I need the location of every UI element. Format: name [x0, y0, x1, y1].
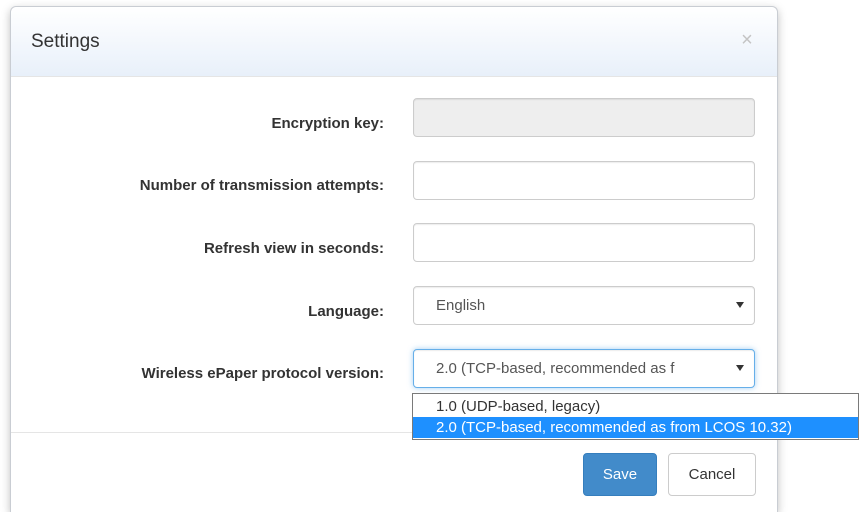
- refresh-view-row: Refresh view in seconds:: [11, 240, 384, 258]
- save-button[interactable]: Save: [583, 453, 657, 496]
- chevron-down-icon: [736, 302, 744, 308]
- refresh-view-label: Refresh view in seconds:: [203, 240, 384, 257]
- encryption-key-row: Encryption key:: [11, 115, 384, 133]
- chevron-down-icon: [736, 365, 744, 371]
- language-select[interactable]: English: [413, 286, 755, 325]
- close-icon[interactable]: ×: [735, 28, 759, 52]
- encryption-key-label: Encryption key:: [271, 115, 384, 132]
- refresh-view-field[interactable]: [413, 223, 755, 262]
- dialog-header: Settings ×: [11, 7, 777, 77]
- encryption-key-field: [413, 98, 755, 137]
- protocol-version-row: Wireless ePaper protocol version:: [11, 365, 384, 383]
- language-label: Language:: [308, 303, 384, 320]
- cancel-button[interactable]: Cancel: [668, 453, 756, 496]
- protocol-version-label: Wireless ePaper protocol version:: [141, 365, 384, 382]
- protocol-version-select[interactable]: 2.0 (TCP-based, recommended as f: [413, 349, 755, 388]
- language-selected-value: English: [436, 297, 486, 314]
- transmission-attempts-row: Number of transmission attempts:: [11, 177, 384, 195]
- transmission-attempts-label: Number of transmission attempts:: [139, 177, 384, 194]
- language-row: Language:: [11, 303, 384, 321]
- dropdown-option-2-0[interactable]: 2.0 (TCP-based, recommended as from LCOS…: [413, 417, 858, 438]
- transmission-attempts-field[interactable]: [413, 161, 755, 200]
- protocol-version-selected-value: 2.0 (TCP-based, recommended as f: [436, 360, 675, 377]
- protocol-version-dropdown-list: 1.0 (UDP-based, legacy) 2.0 (TCP-based, …: [412, 393, 859, 440]
- dropdown-option-1-0[interactable]: 1.0 (UDP-based, legacy): [413, 396, 858, 417]
- dialog-title: Settings: [31, 31, 100, 52]
